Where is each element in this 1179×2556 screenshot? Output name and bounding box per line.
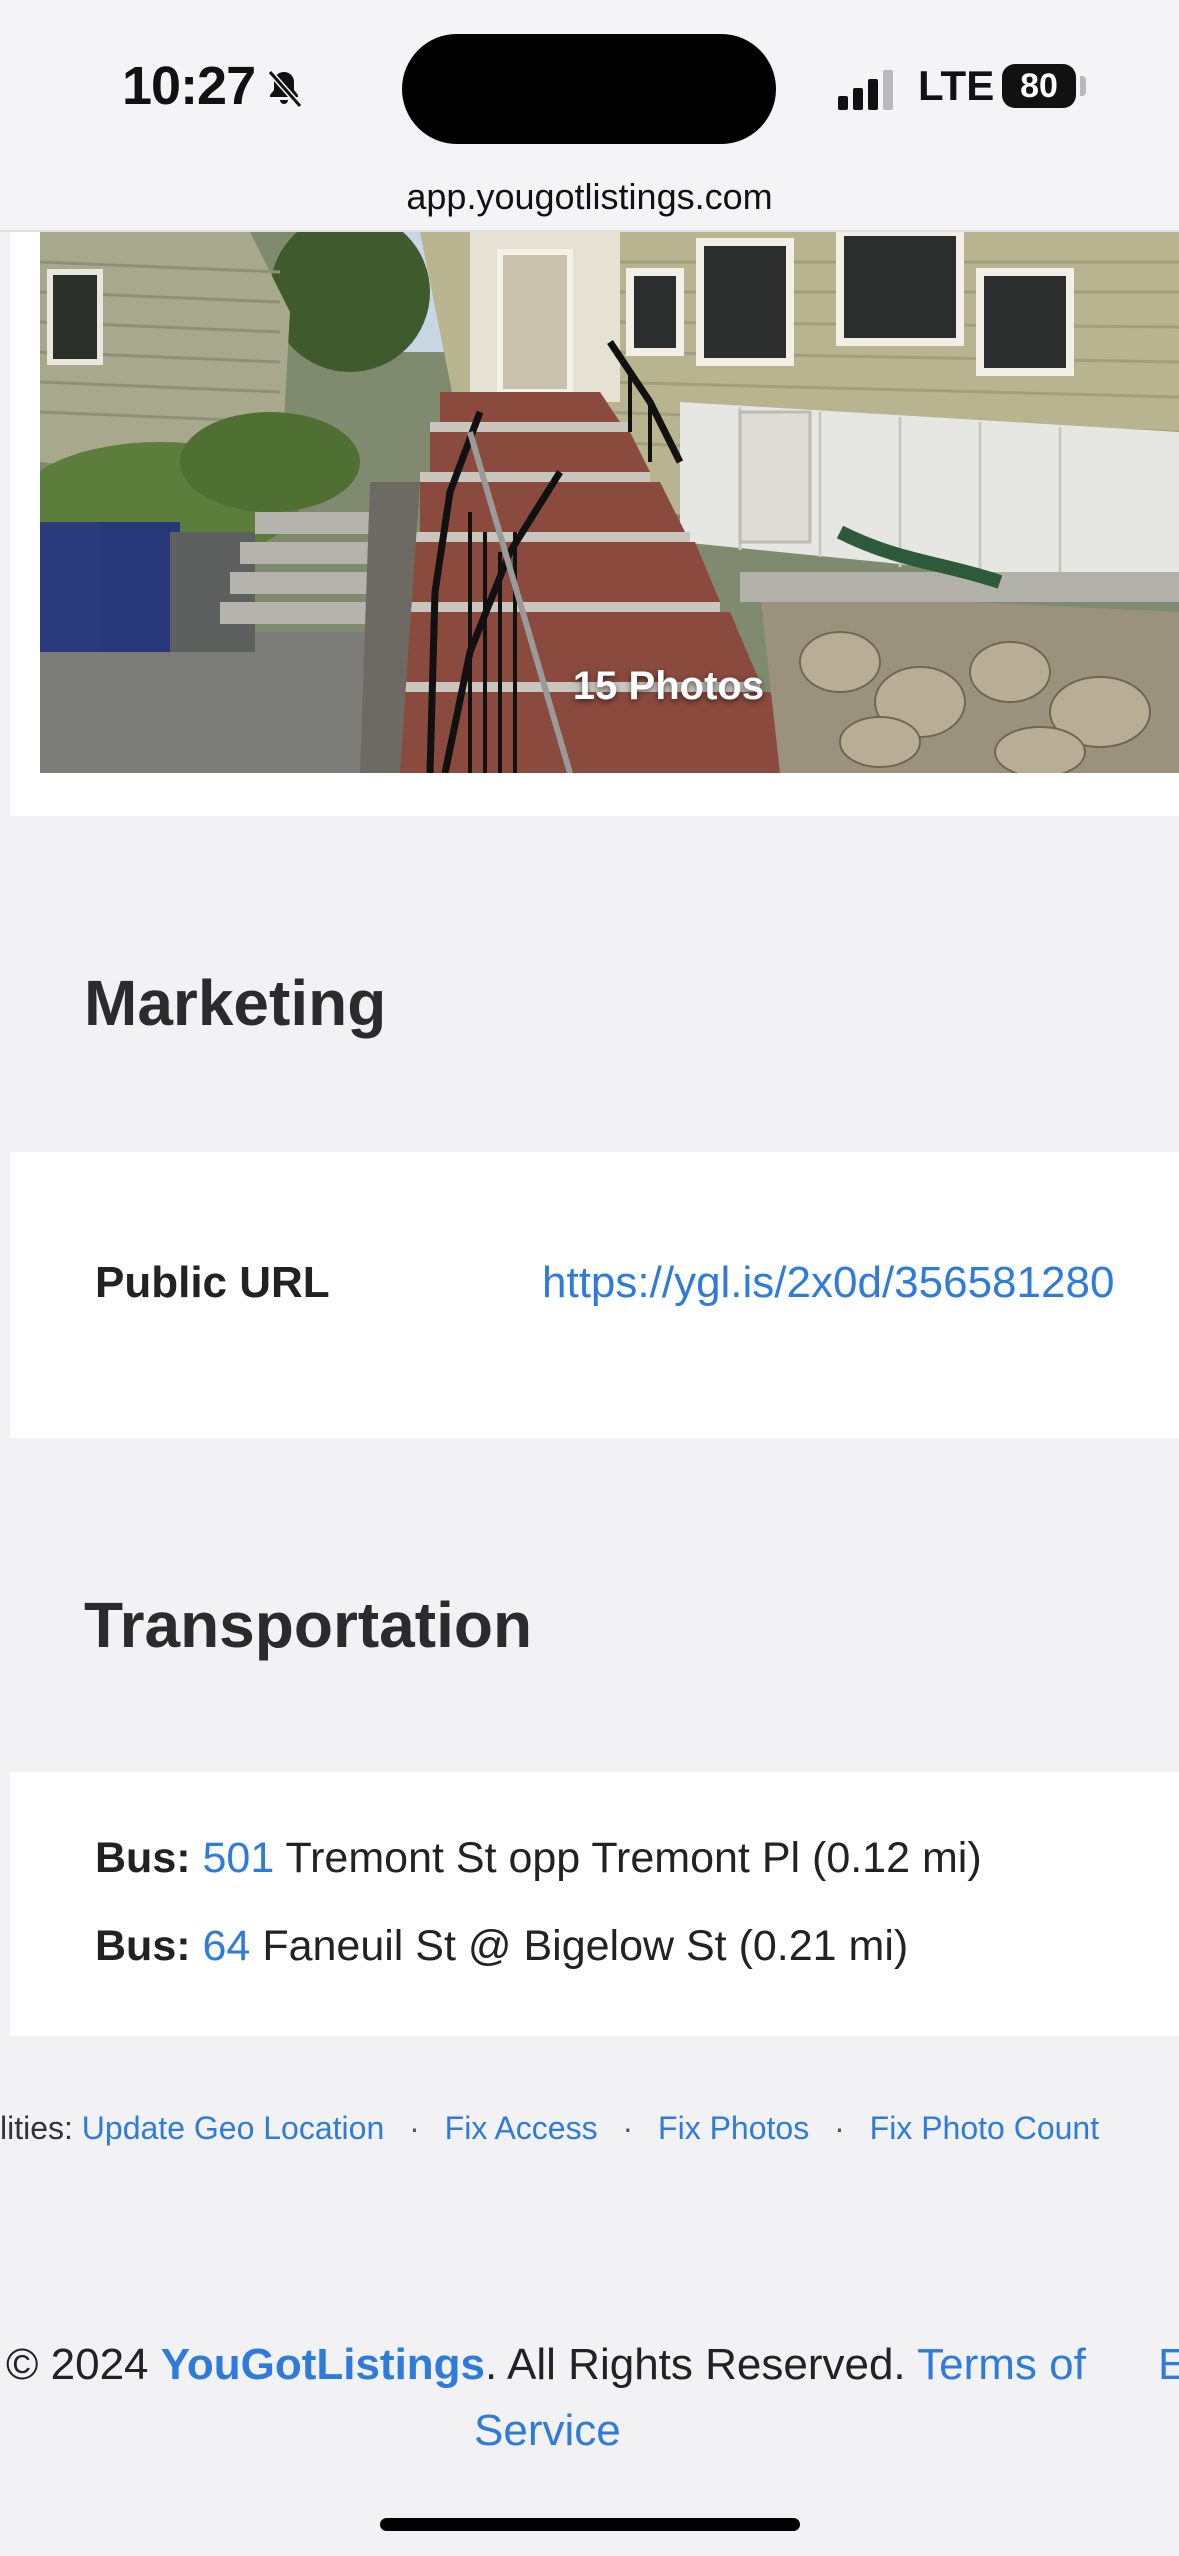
- photo-card: 15 Photos: [10, 232, 1179, 816]
- battery-tip: [1080, 76, 1086, 96]
- transportation-card: Bus: 501 Tremont St opp Tremont Pl (0.12…: [10, 1772, 1179, 2036]
- public-url-link[interactable]: https://ygl.is/2x0d/356581280: [542, 1258, 1114, 1308]
- update-geo-location-link[interactable]: Update Geo Location: [82, 2110, 384, 2146]
- footer-copyright: © 2024 YouGotListings. All Rights Reserv…: [6, 2340, 1086, 2390]
- fix-access-link[interactable]: Fix Access: [445, 2110, 598, 2146]
- bell-muted-icon: [267, 70, 303, 108]
- separator: ·: [834, 2110, 845, 2146]
- bus-route-link[interactable]: 64: [203, 1922, 251, 1970]
- clipped-footer-link[interactable]: E: [1158, 2340, 1179, 2390]
- photo-count-label[interactable]: 15 Photos: [40, 664, 1179, 709]
- rights-text: . All Rights Reserved.: [485, 2340, 906, 2389]
- separator: ·: [622, 2110, 634, 2146]
- status-bar: 10:27 LTE 80 app.yougotlistings.com: [0, 0, 1179, 232]
- battery-icon: 80: [1002, 64, 1076, 108]
- stop-description: Tremont St opp Tremont Pl (0.12 mi): [285, 1834, 982, 1882]
- separator: ·: [409, 2110, 420, 2146]
- marketing-heading: Marketing: [84, 967, 387, 1039]
- listing-photo[interactable]: 15 Photos: [40, 232, 1179, 773]
- public-url-label: Public URL: [95, 1258, 330, 1307]
- signal-icon: [838, 70, 893, 110]
- terms-of-service-link-continued[interactable]: Service: [474, 2406, 621, 2456]
- transit-type: Bus:: [95, 1834, 191, 1882]
- transit-type: Bus:: [95, 1922, 191, 1970]
- stop-description: Faneuil St @ Bigelow St (0.21 mi): [262, 1922, 909, 1970]
- utilities-label: lities:: [0, 2110, 73, 2146]
- marketing-card: Public URL https://ygl.is/2x0d/356581280: [10, 1152, 1179, 1438]
- bus-route-link[interactable]: 501: [203, 1834, 275, 1882]
- network-label: LTE: [918, 62, 995, 109]
- status-time: 10:27: [122, 56, 256, 116]
- copyright-year: © 2024: [6, 2340, 149, 2389]
- address-bar-url[interactable]: app.yougotlistings.com: [0, 176, 1179, 218]
- battery-level: 80: [1020, 66, 1058, 105]
- home-indicator[interactable]: [380, 2518, 800, 2531]
- dynamic-island: [402, 34, 776, 144]
- terms-of-service-link[interactable]: Terms of: [917, 2340, 1086, 2389]
- utilities-bar: lities: Update Geo Location · Fix Access…: [0, 2110, 1099, 2147]
- transportation-heading: Transportation: [84, 1589, 533, 1661]
- transit-stop: Bus: 501 Tremont St opp Tremont Pl (0.12…: [95, 1834, 982, 1883]
- transit-stop: Bus: 64 Faneuil St @ Bigelow St (0.21 mi…: [95, 1922, 908, 1971]
- brand-link[interactable]: YouGotListings: [161, 2340, 485, 2389]
- fix-photo-count-link[interactable]: Fix Photo Count: [870, 2110, 1099, 2146]
- fix-photos-link[interactable]: Fix Photos: [658, 2110, 809, 2146]
